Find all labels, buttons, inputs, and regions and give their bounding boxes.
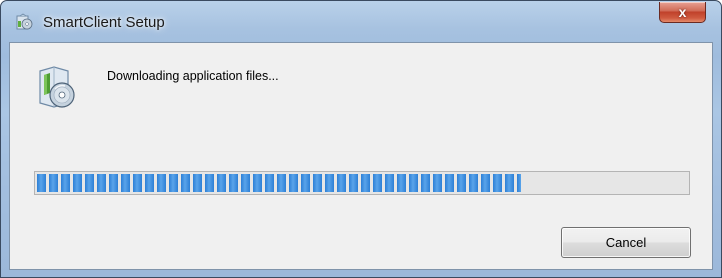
- window-title: SmartClient Setup: [43, 14, 165, 31]
- close-icon: x: [678, 4, 687, 20]
- status-message: Downloading application files...: [107, 69, 279, 83]
- setup-dialog-window: SmartClient Setup x Downloading applicat…: [0, 0, 722, 278]
- setup-installer-icon: [15, 13, 33, 31]
- close-button[interactable]: x: [659, 2, 706, 23]
- download-progress-bar: [34, 171, 690, 195]
- dialog-client-area: Downloading application files... Cancel: [9, 42, 713, 270]
- setup-installer-icon: [34, 63, 78, 111]
- cancel-button[interactable]: Cancel: [561, 227, 691, 258]
- title-bar[interactable]: SmartClient Setup x: [1, 1, 721, 42]
- progress-fill: [37, 174, 521, 192]
